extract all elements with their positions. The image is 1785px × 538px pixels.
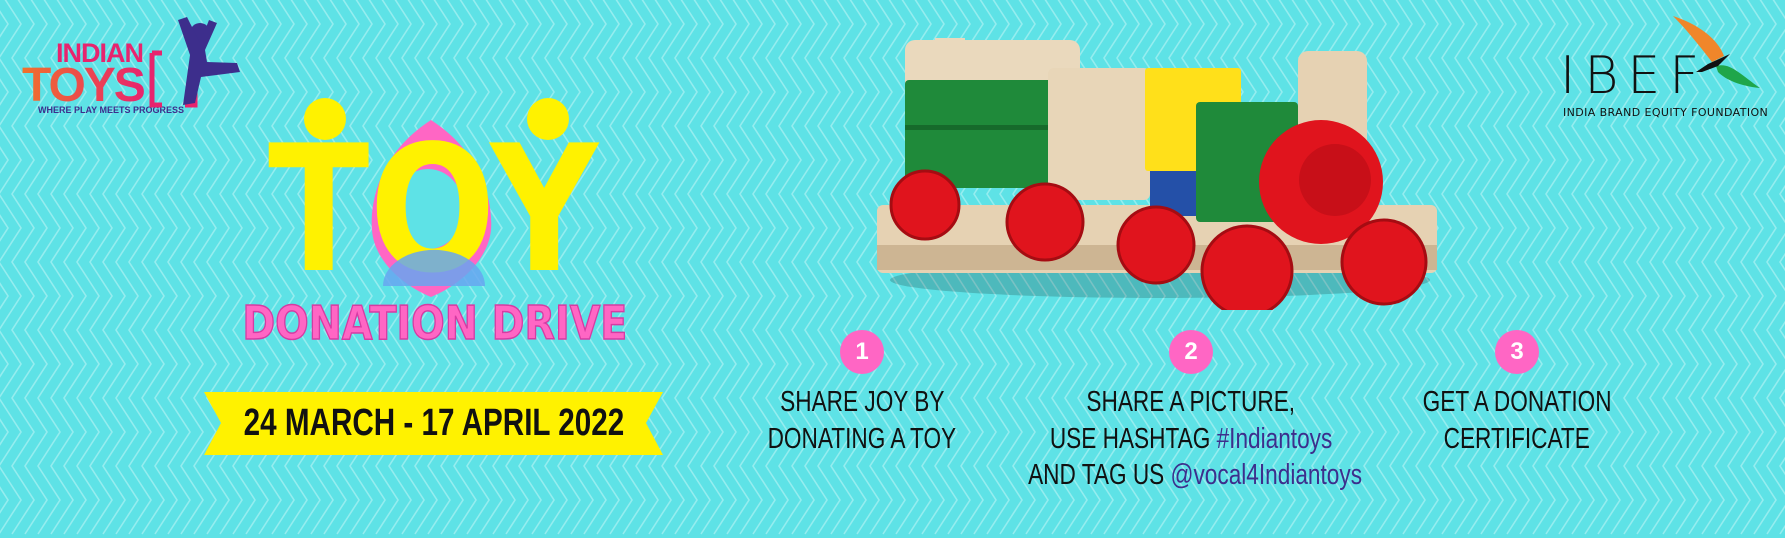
step-line-content: AND TAG US @vocal4Indiantoys (1028, 457, 1362, 494)
step-number-badge: 3 (1495, 330, 1539, 374)
toy-title-graphic: TOY (268, 98, 600, 305)
step-line-content: GET A DONATION (1423, 384, 1612, 421)
step-number-badge: 1 (840, 330, 884, 374)
step-description: GET A DONATION CERTIFICATE (1307, 384, 1727, 457)
step-line: GET A DONATION (1307, 384, 1727, 421)
step-line-content: DONATING A TOY (768, 421, 957, 458)
bird-icon (1673, 16, 1760, 88)
step-line-text: USE HASHTAG (1049, 422, 1217, 455)
indian-toys-logo: INDIAN TOYS WHERE PLAY MEETS PROGRESS (0, 0, 250, 125)
step-line-text: CERTIFICATE (1443, 422, 1591, 455)
step-line-content: USE HASHTAG #Indiantoys (1050, 421, 1332, 458)
step-number-badge: 2 (1169, 330, 1213, 374)
step-line-text: SHARE JOY BY (779, 386, 945, 418)
wooden-toy-train-image (877, 38, 1437, 310)
jumping-child-icon (149, 17, 240, 108)
step-line-text: AND TAG US (1028, 459, 1171, 491)
step-line-content: CERTIFICATE (1444, 421, 1590, 458)
date-banner: 24 MARCH - 17 APRIL 2022 (204, 392, 663, 455)
step-line-content: SHARE A PICTURE, (1087, 384, 1296, 421)
step-line-hashtag: @vocal4Indiantoys (1170, 459, 1363, 491)
step-line-text: SHARE A PICTURE, (1086, 386, 1296, 418)
step-line: AND TAG US @vocal4Indiantoys (981, 457, 1401, 494)
step-line-content: SHARE JOY BY (780, 384, 944, 421)
step-line: CERTIFICATE (1307, 421, 1727, 458)
donation-drive-heading: DONATION DRIVE (206, 295, 664, 351)
donation-drive-text: DONATION DRIVE (242, 295, 628, 351)
step-line-text: DONATING A TOY (767, 422, 957, 455)
ibef-tagline: INDIA BRAND EQUITY FOUNDATION (1563, 106, 1769, 119)
date-text: 24 MARCH - 17 APRIL 2022 (243, 402, 624, 444)
step-line-text: GET A DONATION (1422, 386, 1612, 418)
